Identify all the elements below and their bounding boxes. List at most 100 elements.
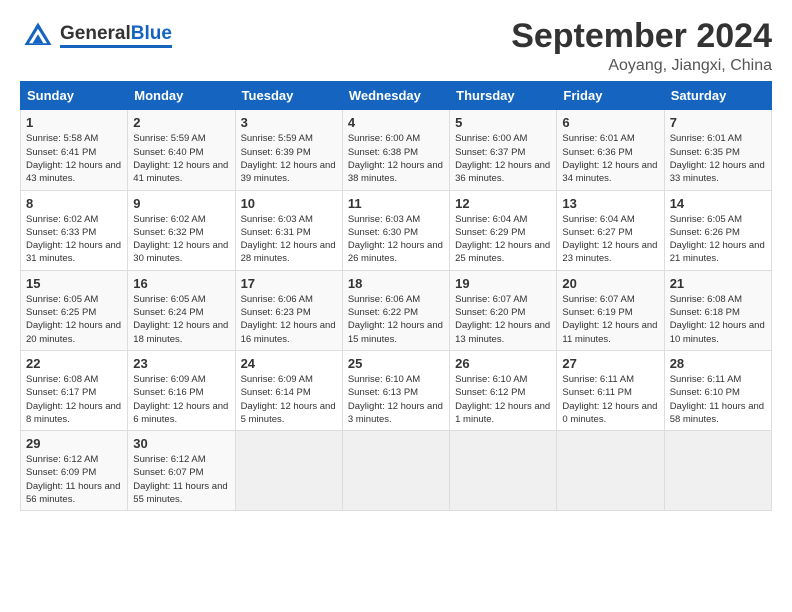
day-number: 1 (26, 115, 122, 130)
table-row: 28Sunrise: 6:11 AMSunset: 6:10 PMDayligh… (664, 350, 771, 430)
day-info: Sunrise: 5:59 AMSunset: 6:40 PMDaylight:… (133, 132, 229, 185)
col-tuesday: Tuesday (235, 82, 342, 110)
col-thursday: Thursday (450, 82, 557, 110)
day-number: 10 (241, 196, 337, 211)
table-row: 8Sunrise: 6:02 AMSunset: 6:33 PMDaylight… (21, 190, 128, 270)
table-row: 23 Sunrise: 6:09 AMSunset: 6:16 PMDayligh… (128, 350, 235, 430)
col-saturday: Saturday (664, 82, 771, 110)
day-number: 17 (241, 276, 337, 291)
table-row: 27 Sunrise: 6:11 AMSunset: 6:11 PMDayligh… (557, 350, 664, 430)
day-info: Sunrise: 6:07 AMSunset: 6:20 PMDaylight:… (455, 293, 551, 346)
day-info: Sunrise: 6:12 AMSunset: 6:09 PMDaylight:… (26, 453, 122, 506)
day-info: Sunrise: 6:12 AMSunset: 6:07 PMDaylight:… (133, 453, 229, 506)
table-row: 6 Sunrise: 6:01 AMSunset: 6:36 PMDaylight… (557, 110, 664, 190)
header: GeneralBlue September 2024 Aoyang, Jiang… (20, 18, 772, 75)
day-info: Sunrise: 6:08 AMSunset: 6:17 PMDaylight:… (26, 373, 122, 426)
day-info: Sunrise: 6:06 AMSunset: 6:23 PMDaylight:… (241, 293, 337, 346)
day-number: 3 (241, 115, 337, 130)
table-row: 14Sunrise: 6:05 AMSunset: 6:26 PMDayligh… (664, 190, 771, 270)
day-info: Sunrise: 6:00 AMSunset: 6:38 PMDaylight:… (348, 132, 444, 185)
location: Aoyang, Jiangxi, China (511, 57, 772, 75)
table-row: 19Sunrise: 6:07 AMSunset: 6:20 PMDayligh… (450, 270, 557, 350)
day-number: 16 (133, 276, 229, 291)
day-number: 27 (562, 356, 658, 371)
day-info: Sunrise: 6:03 AMSunset: 6:30 PMDaylight:… (348, 213, 444, 266)
day-number: 4 (348, 115, 444, 130)
table-row: 16Sunrise: 6:05 AMSunset: 6:24 PMDayligh… (128, 270, 235, 350)
day-info: Sunrise: 6:08 AMSunset: 6:18 PMDaylight:… (670, 293, 766, 346)
table-row (450, 431, 557, 511)
day-number: 29 (26, 436, 122, 451)
day-info: Sunrise: 6:04 AMSunset: 6:27 PMDaylight:… (562, 213, 658, 266)
calendar-week-row: 8Sunrise: 6:02 AMSunset: 6:33 PMDaylight… (21, 190, 772, 270)
col-monday: Monday (128, 82, 235, 110)
table-row (557, 431, 664, 511)
table-row: 12 Sunrise: 6:04 AMSunset: 6:29 PMDayligh… (450, 190, 557, 270)
day-info: Sunrise: 6:01 AMSunset: 6:36 PMDaylight:… (562, 132, 658, 185)
calendar-container: GeneralBlue September 2024 Aoyang, Jiang… (0, 0, 792, 521)
day-number: 18 (348, 276, 444, 291)
col-friday: Friday (557, 82, 664, 110)
table-row: 10 Sunrise: 6:03 AMSunset: 6:31 PMDayligh… (235, 190, 342, 270)
col-sunday: Sunday (21, 82, 128, 110)
day-number: 6 (562, 115, 658, 130)
table-row: 20Sunrise: 6:07 AMSunset: 6:19 PMDayligh… (557, 270, 664, 350)
day-info: Sunrise: 6:06 AMSunset: 6:22 PMDaylight:… (348, 293, 444, 346)
calendar-week-row: 29 Sunrise: 6:12 AMSunset: 6:09 PMDayligh… (21, 431, 772, 511)
day-number: 23 (133, 356, 229, 371)
day-info: Sunrise: 6:09 AMSunset: 6:14 PMDaylight:… (241, 373, 337, 426)
day-info: Sunrise: 6:03 AMSunset: 6:31 PMDaylight:… (241, 213, 337, 266)
day-info: Sunrise: 6:05 AMSunset: 6:25 PMDaylight:… (26, 293, 122, 346)
table-row: 26 Sunrise: 6:10 AMSunset: 6:12 PMDayligh… (450, 350, 557, 430)
month-title: September 2024 (511, 18, 772, 55)
day-info: Sunrise: 6:10 AMSunset: 6:13 PMDaylight:… (348, 373, 444, 426)
calendar-header-row: Sunday Monday Tuesday Wednesday Thursday… (21, 82, 772, 110)
calendar-table: Sunday Monday Tuesday Wednesday Thursday… (20, 81, 772, 511)
day-number: 14 (670, 196, 766, 211)
day-info: Sunrise: 6:04 AMSunset: 6:29 PMDaylight:… (455, 213, 551, 266)
day-number: 22 (26, 356, 122, 371)
table-row (342, 431, 449, 511)
day-info: Sunrise: 6:11 AMSunset: 6:11 PMDaylight:… (562, 373, 658, 426)
day-number: 26 (455, 356, 551, 371)
day-info: Sunrise: 6:11 AMSunset: 6:10 PMDaylight:… (670, 373, 766, 426)
table-row (664, 431, 771, 511)
day-number: 24 (241, 356, 337, 371)
table-row: 3Sunrise: 5:59 AMSunset: 6:39 PMDaylight… (235, 110, 342, 190)
col-wednesday: Wednesday (342, 82, 449, 110)
day-number: 20 (562, 276, 658, 291)
day-number: 15 (26, 276, 122, 291)
day-number: 25 (348, 356, 444, 371)
table-row: 30Sunrise: 6:12 AMSunset: 6:07 PMDayligh… (128, 431, 235, 511)
table-row: 7Sunrise: 6:01 AMSunset: 6:35 PMDaylight… (664, 110, 771, 190)
day-number: 2 (133, 115, 229, 130)
day-number: 11 (348, 196, 444, 211)
day-number: 21 (670, 276, 766, 291)
day-number: 13 (562, 196, 658, 211)
table-row: 13 Sunrise: 6:04 AMSunset: 6:27 PMDayligh… (557, 190, 664, 270)
calendar-week-row: 15 Sunrise: 6:05 AMSunset: 6:25 PMDayligh… (21, 270, 772, 350)
day-info: Sunrise: 6:10 AMSunset: 6:12 PMDaylight:… (455, 373, 551, 426)
day-number: 7 (670, 115, 766, 130)
calendar-week-row: 22 Sunrise: 6:08 AMSunset: 6:17 PMDayligh… (21, 350, 772, 430)
table-row: 11 Sunrise: 6:03 AMSunset: 6:30 PMDayligh… (342, 190, 449, 270)
day-info: Sunrise: 6:02 AMSunset: 6:32 PMDaylight:… (133, 213, 229, 266)
day-info: Sunrise: 6:09 AMSunset: 6:16 PMDaylight:… (133, 373, 229, 426)
day-number: 9 (133, 196, 229, 211)
logo: GeneralBlue (20, 18, 172, 54)
title-block: September 2024 Aoyang, Jiangxi, China (511, 18, 772, 75)
logo-icon (20, 18, 56, 54)
table-row: 2 Sunrise: 5:59 AMSunset: 6:40 PMDaylight… (128, 110, 235, 190)
table-row: 17 Sunrise: 6:06 AMSunset: 6:23 PMDayligh… (235, 270, 342, 350)
table-row: 15 Sunrise: 6:05 AMSunset: 6:25 PMDayligh… (21, 270, 128, 350)
calendar-week-row: 1 Sunrise: 5:58 AMSunset: 6:41 PMDaylight… (21, 110, 772, 190)
day-number: 8 (26, 196, 122, 211)
table-row: 9 Sunrise: 6:02 AMSunset: 6:32 PMDaylight… (128, 190, 235, 270)
table-row: 18 Sunrise: 6:06 AMSunset: 6:22 PMDayligh… (342, 270, 449, 350)
table-row (235, 431, 342, 511)
day-info: Sunrise: 5:58 AMSunset: 6:41 PMDaylight:… (26, 132, 122, 185)
day-info: Sunrise: 6:00 AMSunset: 6:37 PMDaylight:… (455, 132, 551, 185)
logo-text: GeneralBlue (60, 24, 172, 48)
day-number: 12 (455, 196, 551, 211)
table-row: 29 Sunrise: 6:12 AMSunset: 6:09 PMDayligh… (21, 431, 128, 511)
